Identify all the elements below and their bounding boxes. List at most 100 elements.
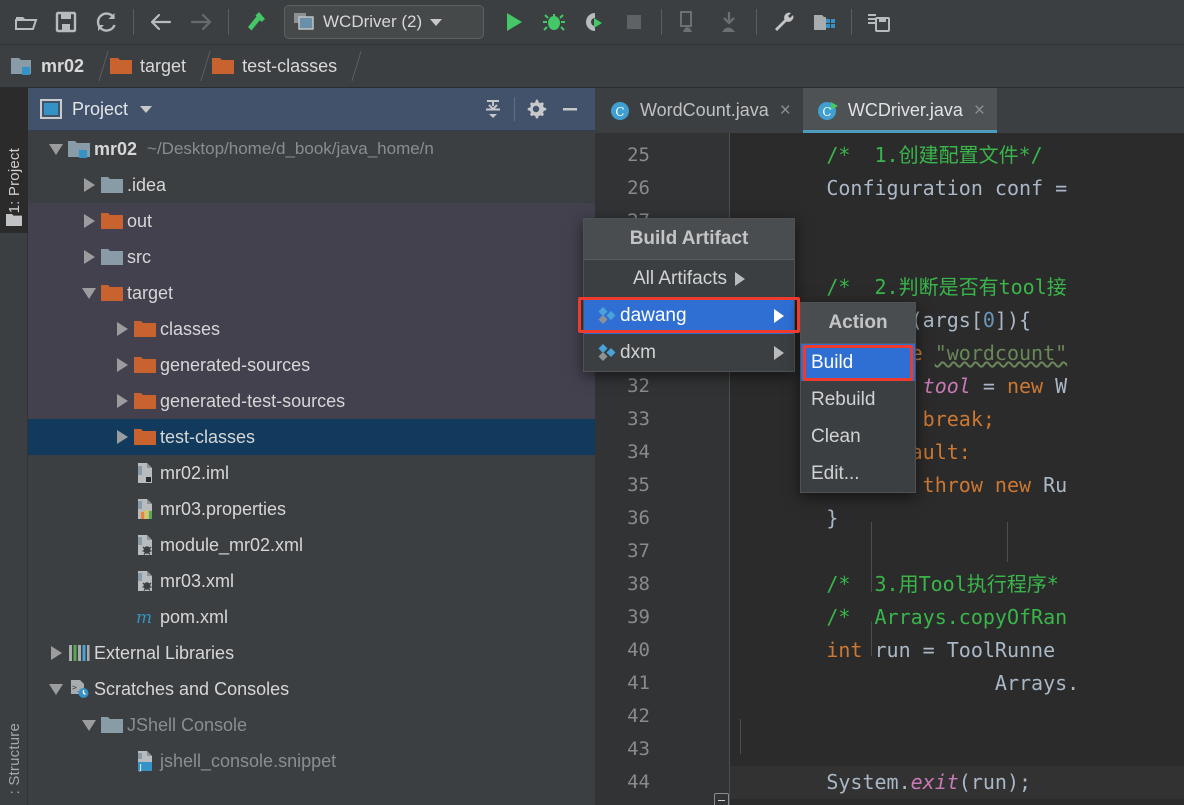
code-token: tool — [922, 374, 971, 398]
code-line[interactable]: /* 1.创建配置文件*/ — [730, 139, 1042, 172]
gear-icon[interactable] — [519, 92, 553, 126]
breadcrumb-item-test-classes[interactable]: test-classes — [211, 55, 343, 77]
sync-refresh-icon[interactable] — [86, 2, 126, 42]
submenu-item-build[interactable]: Build — [801, 344, 915, 381]
maven-file-icon: m — [132, 599, 158, 635]
chevron-down-icon[interactable] — [46, 131, 66, 167]
chevron-down-icon[interactable] — [79, 707, 99, 743]
chevron-down-icon[interactable] — [79, 275, 99, 311]
tree-node-mr02[interactable]: mr02 ~/Desktop/home/d_book/java_home/n — [28, 131, 595, 167]
tree-node-test-classes[interactable]: test-classes — [28, 419, 595, 455]
tree-node-target[interactable]: target — [28, 275, 595, 311]
close-icon[interactable]: × — [780, 100, 791, 122]
project-tree[interactable]: mr02 ~/Desktop/home/d_book/java_home/n .id… — [28, 131, 595, 805]
submenu-item-edit-[interactable]: Edit... — [801, 455, 915, 492]
tree-node-jshell-console-snippet[interactable]: Jjshell_console.snippet — [28, 743, 595, 779]
breadcrumb-item-target[interactable]: target — [109, 55, 192, 77]
tree-node-label: pom.xml — [160, 606, 229, 627]
update-project-icon[interactable] — [669, 2, 709, 42]
tree-node-external-libraries[interactable]: External Libraries — [28, 635, 595, 671]
tree-node-generated-sources[interactable]: generated-sources — [28, 347, 595, 383]
tree-node-label: test-classes — [160, 426, 256, 447]
editor-tab-wcdriver-java[interactable]: C WCDriver.java × — [802, 88, 998, 133]
tree-node-src[interactable]: src — [28, 239, 595, 275]
project-structure-icon[interactable] — [804, 2, 844, 42]
tree-node-generated-test-sources[interactable]: generated-test-sources — [28, 383, 595, 419]
back-arrow-icon[interactable] — [141, 2, 181, 42]
code-line[interactable]: int run = ToolRunne — [730, 634, 1055, 667]
code-line[interactable]: } — [730, 502, 838, 535]
tree-node-mr02-iml[interactable]: mr02.iml — [28, 455, 595, 491]
code-line[interactable]: Arrays. — [730, 667, 1079, 700]
stop-icon[interactable] — [614, 2, 654, 42]
tree-node-label: jshell_console.snippet — [160, 750, 337, 771]
chevron-right-icon[interactable] — [112, 311, 132, 347]
build-hammer-icon[interactable] — [236, 2, 276, 42]
run-with-coverage-icon[interactable] — [574, 2, 614, 42]
tree-node-classes[interactable]: classes — [28, 311, 595, 347]
tree-node-module-mr02-xml[interactable]: module_mr02.xml — [28, 527, 595, 563]
sidebar-item-structure[interactable]: : Structure — [0, 713, 28, 805]
chevron-down-icon[interactable] — [46, 671, 66, 707]
run-configuration-selector[interactable]: WCDriver (2) — [284, 5, 484, 39]
save-snapshot-icon[interactable] — [859, 2, 899, 42]
tree-node-mr03-properties[interactable]: mr03.properties — [28, 491, 595, 527]
collapse-all-icon[interactable] — [476, 92, 510, 126]
chevron-right-icon[interactable] — [46, 635, 66, 671]
artifact-action-submenu[interactable]: Action Build Rebuild Clean Edit... — [800, 302, 916, 493]
toolbar-separator-4 — [756, 9, 757, 35]
folder-orange-icon — [212, 58, 235, 74]
chevron-right-icon — [774, 345, 784, 360]
toolbar-separator-1 — [133, 9, 134, 35]
build-artifact-context-menu[interactable]: Build Artifact All Artifacts dawang dxm — [583, 218, 795, 372]
code-token: "wordcount" — [934, 341, 1068, 365]
menu-item-dxm[interactable]: dxm — [584, 334, 794, 371]
debug-icon[interactable] — [534, 2, 574, 42]
code-line[interactable]: Configuration conf = — [730, 172, 1067, 205]
run-icon[interactable] — [494, 2, 534, 42]
code-fold-marker[interactable] — [714, 793, 729, 805]
submenu-item-clean[interactable]: Clean — [801, 418, 915, 455]
tree-node--idea[interactable]: .idea — [28, 167, 595, 203]
editor-tab-wordcount-java[interactable]: C WordCount.java × — [595, 88, 803, 133]
save-all-icon[interactable] — [46, 2, 86, 42]
code-line[interactable]: /* Arrays.copyOfRan — [730, 601, 1067, 634]
menu-item-dawang[interactable]: dawang — [584, 297, 794, 334]
code-token: System. — [730, 770, 911, 794]
artifact-icon — [594, 306, 620, 326]
code-token: = — [970, 374, 1007, 398]
code-line[interactable]: System.exit(run); — [730, 766, 1031, 799]
open-folder-icon[interactable] — [6, 2, 46, 42]
breadcrumb-item-mr02[interactable]: mr02 — [10, 55, 90, 77]
chevron-right-icon[interactable] — [79, 167, 99, 203]
tree-node-mr03-xml[interactable]: mr03.xml — [28, 563, 595, 599]
tree-node-pom-xml[interactable]: m pom.xml — [28, 599, 595, 635]
chevron-down-icon[interactable] — [140, 105, 153, 113]
tree-node-scratches-and-consoles[interactable]: >_ Scratches and Consoles — [28, 671, 595, 707]
chevron-right-icon[interactable] — [79, 203, 99, 239]
commit-icon[interactable] — [709, 2, 749, 42]
submenu-item-rebuild[interactable]: Rebuild — [801, 381, 915, 418]
submenu-header: Action — [801, 303, 915, 344]
chevron-right-icon[interactable] — [112, 347, 132, 383]
settings-wrench-icon[interactable] — [764, 2, 804, 42]
minimize-icon[interactable] — [553, 92, 587, 126]
code-line[interactable]: /* 3.用Tool执行程序* — [730, 568, 1058, 601]
chevron-right-icon[interactable] — [112, 383, 132, 419]
forward-arrow-icon[interactable] — [181, 2, 221, 42]
close-icon[interactable]: × — [974, 100, 985, 122]
chevron-right-icon[interactable] — [112, 419, 132, 455]
chevron-right-icon[interactable] — [79, 239, 99, 275]
menu-item-all-artifacts[interactable]: All Artifacts — [584, 260, 794, 297]
folder-icon — [6, 214, 22, 226]
line-number: 45 — [595, 799, 650, 805]
tree-node-out[interactable]: out — [28, 203, 595, 239]
tree-node-jshell-console[interactable]: JShell Console — [28, 707, 595, 743]
sidebar-item-project[interactable]: 1: Project — [0, 88, 28, 233]
code-line[interactable]: } — [730, 799, 790, 805]
